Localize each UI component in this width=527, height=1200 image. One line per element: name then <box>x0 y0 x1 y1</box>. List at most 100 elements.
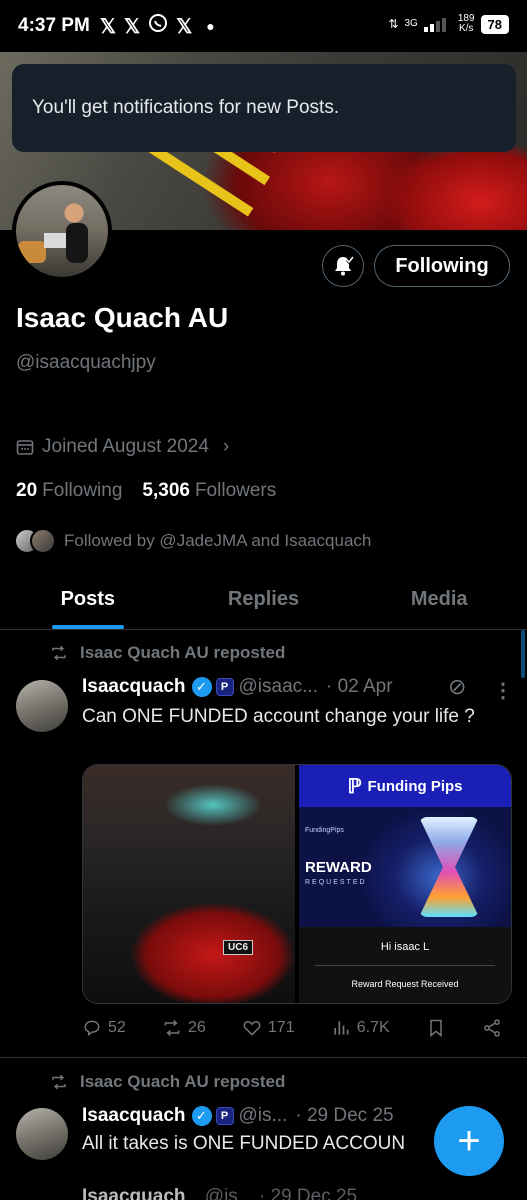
repost-indicator[interactable]: Isaac Quach AU reposted <box>50 1072 285 1092</box>
funding-pips-logo-icon: ℙ <box>347 775 362 798</box>
license-plate: UC6 <box>223 940 254 955</box>
net-speed: 189 K/s <box>458 14 475 34</box>
bookmark-icon <box>430 1019 442 1038</box>
following-stat[interactable]: 20 Following <box>16 480 122 502</box>
partial-author: Isaacquach <box>82 1186 186 1200</box>
tab-replies[interactable]: Replies <box>176 576 352 629</box>
followers-label: Followers <box>194 480 277 501</box>
views-icon <box>334 1021 349 1035</box>
notification-toast: You'll get notifications for new Posts. <box>12 64 516 152</box>
fp-small-brand: FundingPips <box>305 827 344 834</box>
views-count: 6.7K <box>356 1019 390 1036</box>
repost-label: Isaac Quach AU reposted <box>80 643 286 662</box>
post-avatar[interactable] <box>16 680 68 732</box>
status-right: ⇅ 3G 189 K/s 78 <box>388 14 509 34</box>
like-button[interactable]: 171 <box>242 1018 295 1038</box>
following-label: Following <box>42 480 123 501</box>
reply-button[interactable]: 52 <box>82 1018 126 1038</box>
post-avatar[interactable] <box>16 1108 68 1160</box>
heart-icon <box>243 1020 261 1036</box>
post-header: Isaacquach ✓ P @isaac... · 02 Apr <box>82 676 393 698</box>
repost-count: 26 <box>187 1019 206 1036</box>
tab-posts[interactable]: Posts <box>0 576 176 629</box>
net-speed-unit: K/s <box>458 23 474 34</box>
media-image-reward[interactable]: ℙ Funding Pips FundingPips REWARD REQUES… <box>299 765 511 1003</box>
scrollbar[interactable] <box>521 630 525 678</box>
post-date[interactable]: · 02 Apr <box>326 676 393 698</box>
post-divider <box>0 1057 527 1058</box>
x-app-icon: 𝕏 <box>123 15 141 38</box>
like-count: 171 <box>267 1019 295 1036</box>
reward-subtitle: REQUESTED <box>305 879 367 886</box>
reward-confirmation: Reward Request Received <box>351 978 459 989</box>
following-count: 20 <box>16 480 38 501</box>
verified-badge-icon: ✓ <box>191 677 212 697</box>
repost-button[interactable]: 26 <box>162 1018 206 1038</box>
affiliate-badge-icon: P <box>215 678 234 696</box>
following-button[interactable]: Following <box>374 245 510 287</box>
compose-button[interactable]: + <box>434 1106 504 1176</box>
reward-email: Hi isaac L Reward Request Received <box>299 927 511 1003</box>
profile-name: Isaac Quach AU <box>16 302 229 333</box>
bell-check-icon <box>335 256 355 276</box>
repost-icon <box>52 1074 66 1090</box>
repost-indicator[interactable]: Isaac Quach AU reposted <box>50 643 285 663</box>
followers-count: 5,306 <box>142 480 190 501</box>
repost-icon <box>52 645 66 661</box>
battery-indicator: 78 <box>480 14 509 34</box>
bookmark-button[interactable] <box>426 1018 446 1038</box>
tab-media[interactable]: Media <box>351 576 527 629</box>
repost-icon <box>164 1019 180 1037</box>
mini-avatar <box>30 528 56 554</box>
post-media[interactable]: UC6 ℙ Funding Pips FundingPips REWARD RE… <box>82 764 512 1004</box>
followed-by-row[interactable]: Followed by @JadeJMA and Isaacquach <box>14 528 371 554</box>
followers-stat[interactable]: 5,306 Followers <box>142 480 276 502</box>
hourglass-graphic <box>419 817 479 917</box>
post-author[interactable]: Isaacquach <box>82 1105 186 1127</box>
funding-pips-header: ℙ Funding Pips <box>299 765 511 807</box>
share-button[interactable] <box>482 1018 502 1038</box>
joined-date-row[interactable]: Joined August 2024 › <box>16 436 229 458</box>
repost-label: Isaac Quach AU reposted <box>80 1072 286 1091</box>
post-handle[interactable]: @isaac... <box>239 676 318 698</box>
post-author[interactable]: Isaacquach <box>82 676 186 698</box>
media-image-car[interactable]: UC6 <box>83 765 295 1003</box>
profile-handle: @isaacquachjpy <box>16 352 156 373</box>
notification-bell-button[interactable] <box>322 245 364 287</box>
verified-badge-icon: ✓ <box>191 1106 212 1126</box>
status-time: 4:37 PM <box>18 15 90 36</box>
more-options-icon[interactable]: ⋮ <box>493 678 513 703</box>
reward-graphic: FundingPips REWARD REQUESTED <box>299 807 511 927</box>
signal-icon <box>423 18 446 32</box>
post-text: All it takes is ONE FUNDED ACCOUN <box>82 1133 406 1154</box>
views-button[interactable]: 6.7K <box>331 1018 390 1038</box>
funding-pips-brand: Funding Pips <box>367 777 463 795</box>
profile-tabs: Posts Replies Media <box>0 576 527 630</box>
x-app-icon: 𝕏 <box>176 15 193 38</box>
notification-dot-icon: ● <box>206 18 215 34</box>
profile-avatar[interactable] <box>12 181 112 281</box>
followed-by-text: Followed by @JadeJMA and Isaacquach <box>64 531 372 550</box>
post-date[interactable]: · 29 Dec 25 <box>295 1105 393 1127</box>
follow-stats: 20 Following 5,306 Followers <box>16 480 276 502</box>
data-arrows-icon: ⇅ <box>388 17 399 31</box>
partial-post-row: Isaacquach @is... · 29 Dec 25 <box>82 1186 357 1200</box>
reward-greeting: Hi isaac L <box>380 941 430 954</box>
reward-title: REWARD <box>305 859 372 876</box>
post-actions: 52 26 171 6.7K <box>82 1018 502 1038</box>
plus-icon: + <box>457 1118 481 1163</box>
reply-icon <box>84 1020 100 1037</box>
calendar-icon <box>16 440 34 455</box>
post-text: Can ONE FUNDED account change your life … <box>82 706 475 727</box>
toast-text: You'll get notifications for new Posts. <box>32 97 340 118</box>
network-type: 3G <box>404 18 418 29</box>
post-header: Isaacquach ✓ P @is... · 29 Dec 25 <box>82 1105 394 1127</box>
joined-text: Joined August 2024 <box>42 436 209 457</box>
reply-count: 52 <box>108 1019 126 1036</box>
partial-meta: @is... · 29 Dec 25 <box>204 1186 358 1200</box>
post-handle[interactable]: @is... <box>239 1105 288 1127</box>
affiliate-badge-icon: P <box>215 1107 234 1125</box>
whatsapp-icon <box>148 13 168 39</box>
status-bar: 4:37 PM 𝕏 𝕏 𝕏 ● ⇅ 3G 189 K/s 78 <box>0 0 527 52</box>
grok-icon[interactable]: ⊘ <box>448 674 466 700</box>
